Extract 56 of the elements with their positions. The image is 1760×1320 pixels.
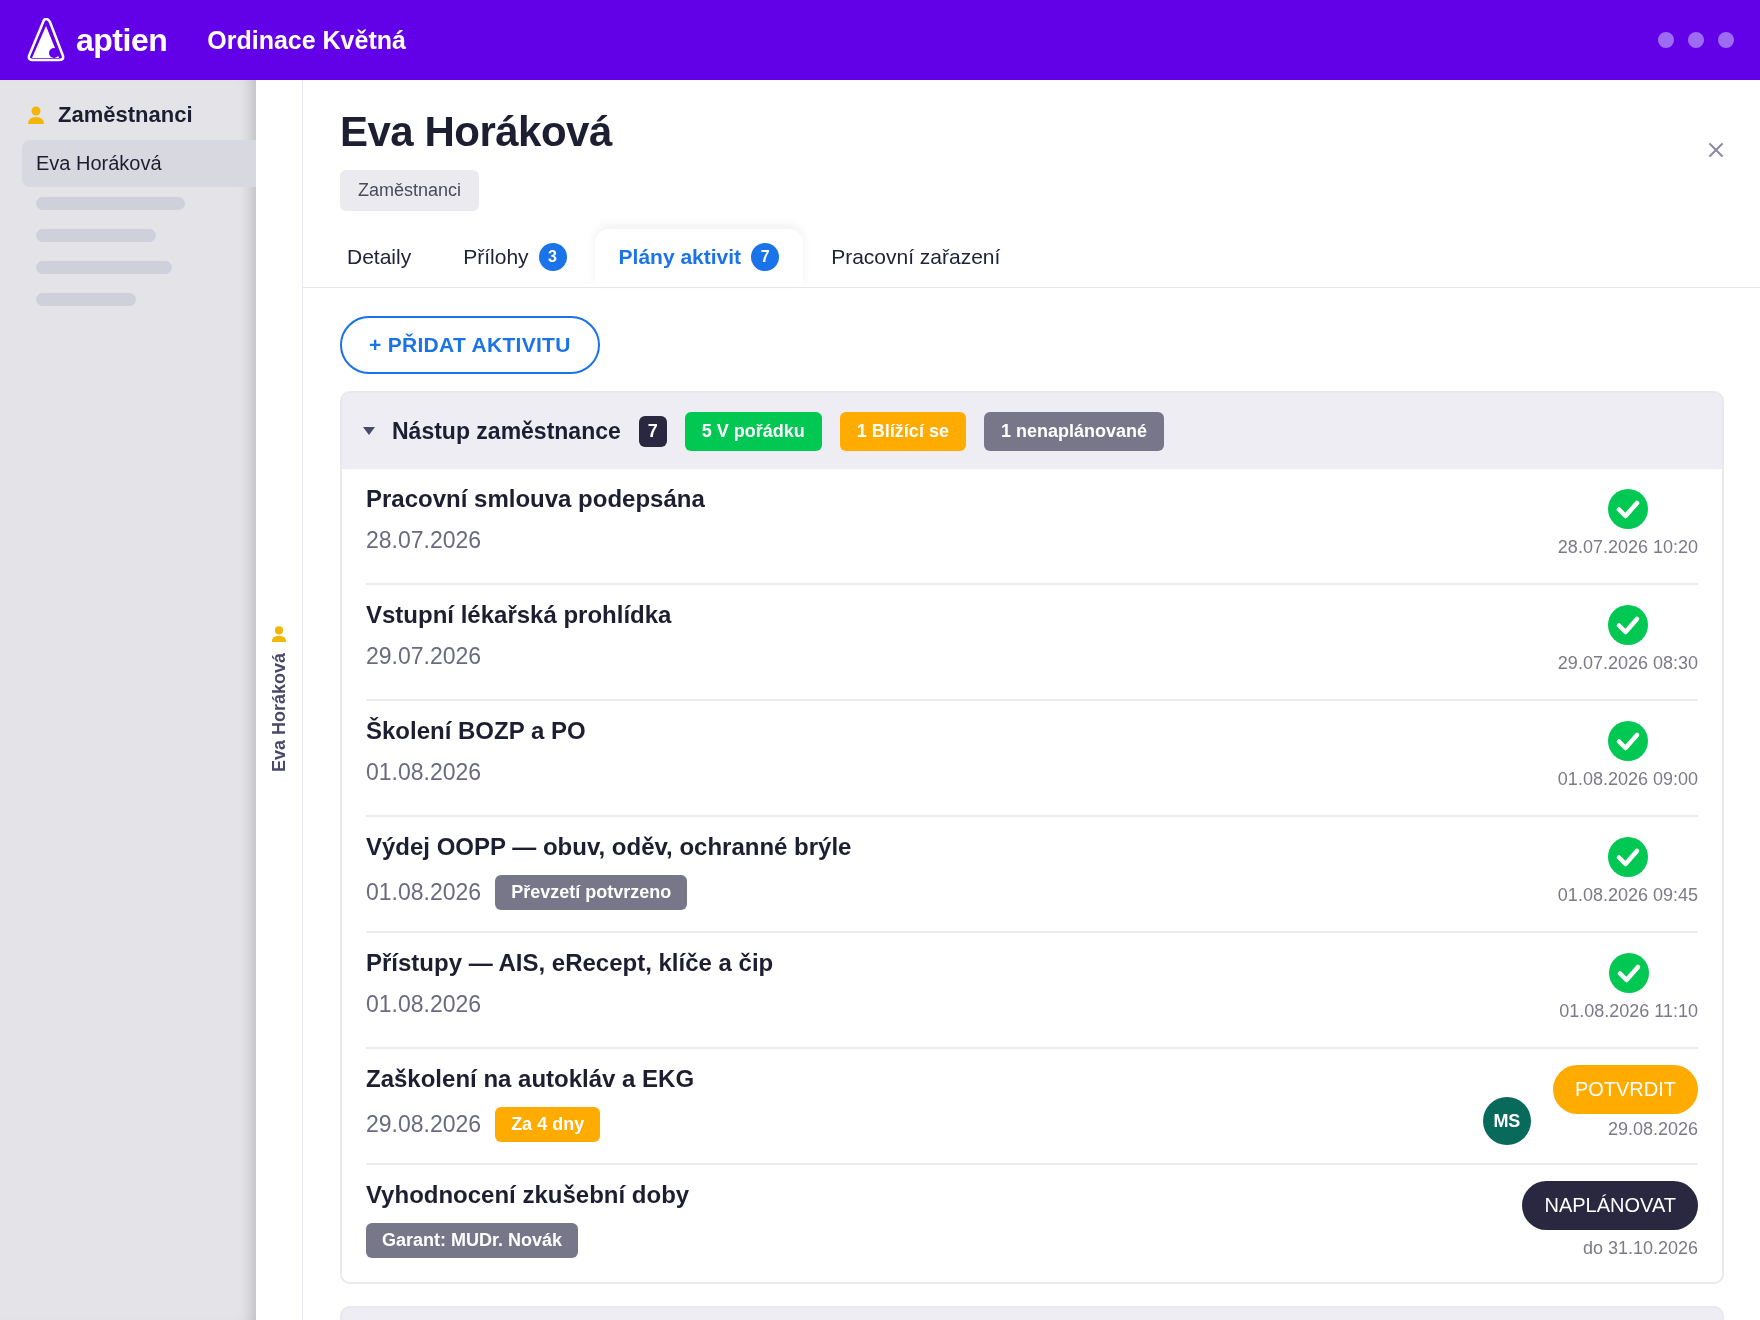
activity-title: Výdej OOPP — obuv, oděv, ochranné brýle — [366, 833, 852, 861]
dot-icon[interactable] — [1718, 32, 1734, 48]
schedule-button[interactable]: NAPLÁNOVAT — [1522, 1181, 1698, 1230]
person-icon — [270, 625, 288, 643]
add-activity-button[interactable]: + PŘIDAT AKTIVITU — [340, 316, 600, 374]
activity-title: Přístupy — AIS, eRecept, klíče a čip — [366, 949, 774, 977]
record-title: Eva Horáková — [340, 108, 612, 156]
logo-icon — [26, 18, 66, 62]
category-tag: Zaměstnanci — [340, 170, 480, 211]
person-icon — [26, 105, 46, 125]
check-icon — [1607, 837, 1648, 877]
count-badge: 7 — [638, 415, 667, 447]
status-badge: 1 nenaplánované — [983, 411, 1164, 451]
check-icon — [1607, 489, 1648, 529]
activity-title: Vstupní lékařská prohlídka — [366, 601, 672, 629]
status-badge: 5 V pořádku — [684, 411, 822, 451]
dot-icon[interactable] — [1658, 32, 1674, 48]
panel-label[interactable]: Eva Horáková — [268, 653, 290, 773]
activity-title: Zaškolení na autokláv a EKG — [366, 1065, 695, 1093]
activity-date: 29.07.2026 — [366, 643, 482, 670]
logo-text: aptien — [76, 21, 168, 59]
close-icon[interactable] — [1708, 142, 1724, 158]
count-badge: 3 — [538, 243, 567, 271]
group-title: Nástup zaměstnance — [392, 417, 621, 445]
section-title: Zaměstnanci — [58, 102, 193, 128]
dot-icon[interactable] — [1688, 32, 1704, 48]
tab[interactable]: Detaily — [323, 229, 436, 287]
status-badge: 1 Blížící se — [839, 411, 966, 451]
timestamp: 28.07.2026 10:20 — [1557, 537, 1698, 558]
activity-title: Školení BOZP a PO — [366, 717, 586, 745]
activity-date: 01.08.2026 — [366, 991, 482, 1018]
check-icon — [1607, 605, 1648, 645]
activity-date: 01.08.2026 — [366, 879, 482, 906]
tab[interactable]: Pracovní zařazení — [807, 229, 1025, 287]
activity-date: 01.08.2026 — [366, 759, 482, 786]
tab[interactable]: Plány aktivit 7 — [594, 229, 804, 287]
timestamp: 29.07.2026 08:30 — [1557, 653, 1698, 674]
activity-title: Pracovní smlouva podepsána — [366, 485, 705, 513]
timestamp: do 31.10.2026 — [1582, 1238, 1698, 1259]
count-badge: 7 — [751, 243, 780, 271]
status-tag: Za 4 dny — [495, 1107, 601, 1142]
activity-title: Vyhodnocení zkušební doby — [366, 1181, 690, 1209]
check-icon — [1607, 721, 1648, 761]
status-tag: Převzetí potvrzeno — [495, 875, 688, 910]
timestamp: 01.08.2026 11:10 — [1559, 1001, 1698, 1022]
activity-date: 29.08.2026 — [366, 1111, 482, 1138]
activity-date: 28.07.2026 — [366, 527, 482, 554]
workspace-title: Ordinace Květná — [207, 25, 406, 55]
sidebar-item[interactable]: Eva Horáková — [22, 140, 256, 187]
avatar: MS — [1482, 1097, 1531, 1145]
status-tag: Garant: MUDr. Novák — [366, 1223, 579, 1258]
timestamp: 29.08.2026 — [1607, 1119, 1698, 1140]
timestamp: 01.08.2026 09:00 — [1557, 769, 1698, 790]
timestamp: 01.08.2026 09:45 — [1557, 885, 1698, 906]
check-icon — [1608, 953, 1649, 993]
tab[interactable]: Přílohy 3 — [439, 229, 591, 287]
